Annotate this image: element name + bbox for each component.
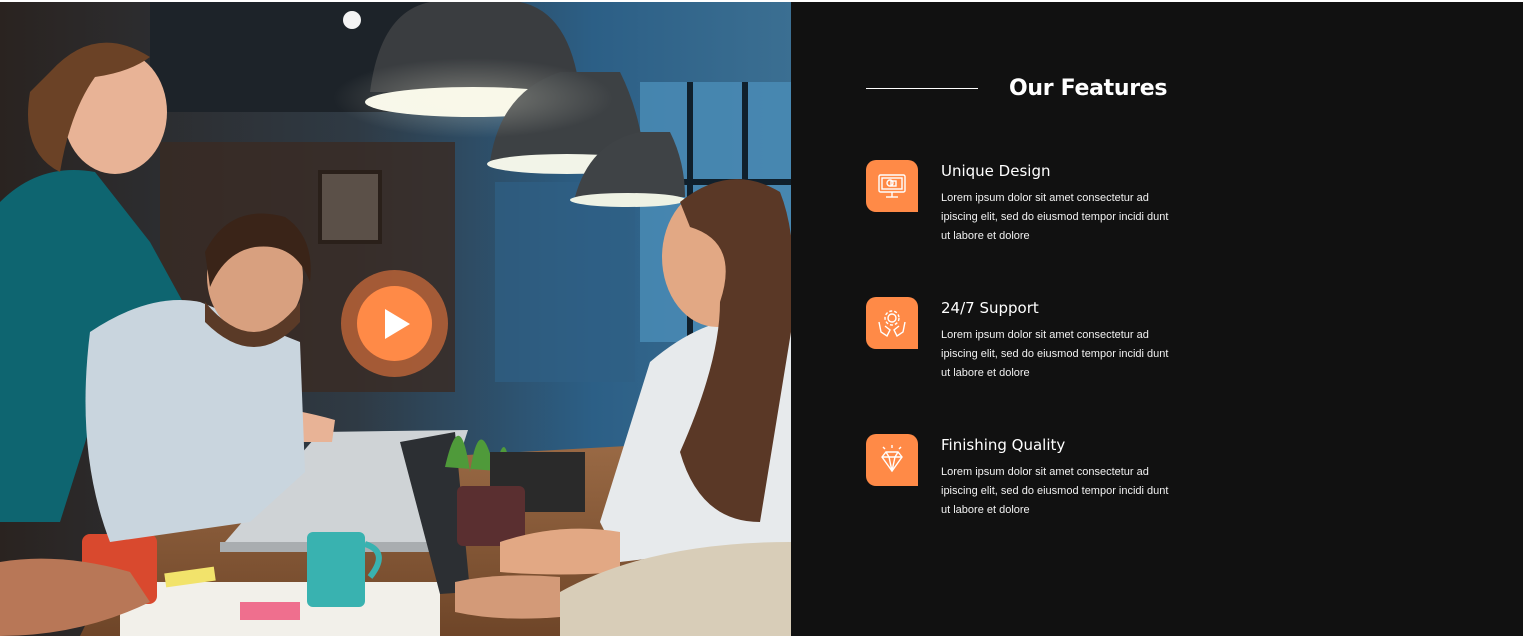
feature-text: Finishing Quality Lorem ipsum dolor sit … — [941, 434, 1171, 520]
feature-text: Unique Design Lorem ipsum dolor sit amet… — [941, 160, 1171, 246]
feature-description: Lorem ipsum dolor sit amet consectetur a… — [941, 329, 1169, 379]
feature-description: Lorem ipsum dolor sit amet consectetur a… — [941, 192, 1169, 242]
section-header: Our Features — [866, 76, 1168, 101]
feature-item-finishing-quality: Finishing Quality Lorem ipsum dolor sit … — [866, 434, 1186, 520]
play-video-button[interactable] — [341, 270, 448, 377]
hands-gear-support-icon — [866, 297, 918, 349]
feature-text: 24/7 Support Lorem ipsum dolor sit amet … — [941, 297, 1171, 383]
feature-title: Finishing Quality — [941, 436, 1066, 454]
monitor-design-icon — [866, 160, 918, 212]
feature-title: Unique Design — [941, 162, 1051, 180]
section-title: Our Features — [1009, 76, 1168, 101]
feature-item-unique-design: Unique Design Lorem ipsum dolor sit amet… — [866, 160, 1186, 246]
features-section: Our Features Unique Design Lorem ipsum d… — [0, 0, 1523, 636]
play-icon — [385, 308, 410, 339]
title-divider-line — [866, 88, 978, 89]
play-button-core — [357, 286, 432, 361]
diamond-quality-icon — [866, 434, 918, 486]
feature-item-support: 24/7 Support Lorem ipsum dolor sit amet … — [866, 297, 1186, 383]
feature-description: Lorem ipsum dolor sit amet consectetur a… — [941, 466, 1169, 516]
video-thumbnail[interactable] — [0, 2, 791, 636]
features-panel: Our Features Unique Design Lorem ipsum d… — [791, 2, 1523, 636]
feature-title: 24/7 Support — [941, 299, 1039, 317]
